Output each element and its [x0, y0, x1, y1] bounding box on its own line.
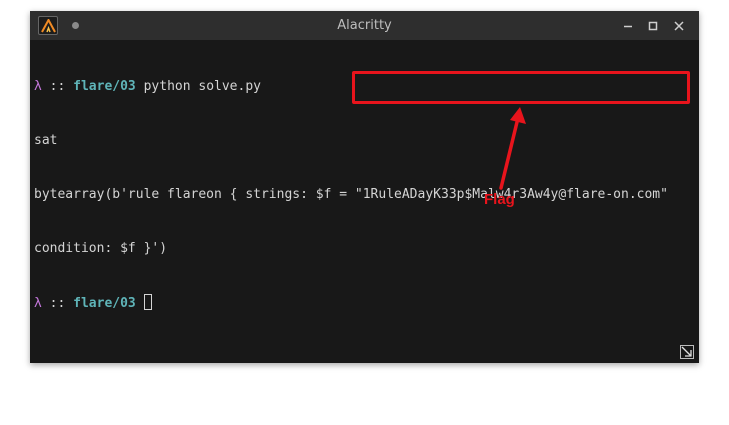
prompt-separator: :: [41, 79, 74, 94]
maximize-button[interactable] [645, 18, 661, 34]
prompt-cwd: flare/03 [73, 79, 136, 94]
prompt-lambda: λ [34, 296, 42, 311]
title-bar[interactable]: Alacritty [30, 11, 699, 40]
command-text: python solve.py [135, 79, 261, 94]
minimize-icon [624, 25, 632, 28]
maximize-icon [648, 21, 658, 31]
prompt-separator: :: [41, 296, 74, 311]
flag-highlight-box [352, 71, 690, 104]
output-line: sat [34, 133, 58, 148]
window-title: Alacritty [337, 18, 392, 33]
terminal-window: Alacritty λ :: flare/03 python solve.py … [30, 11, 699, 363]
minimize-button[interactable] [620, 18, 636, 34]
prompt-cwd: flare/03 [73, 296, 136, 311]
terminal-cursor [143, 294, 152, 310]
close-icon [674, 21, 684, 31]
resize-grip-icon[interactable] [679, 344, 695, 360]
output-line: bytearray(b'rule flareon { strings: $f =… [34, 187, 668, 202]
prompt-line: λ :: flare/03 [34, 294, 694, 312]
flag-annotation-label: Flag [484, 191, 515, 208]
annotation-arrow [499, 107, 526, 190]
prompt-lambda: λ [34, 79, 42, 94]
close-button[interactable] [671, 18, 687, 34]
output-line: condition: $f }') [34, 241, 168, 256]
